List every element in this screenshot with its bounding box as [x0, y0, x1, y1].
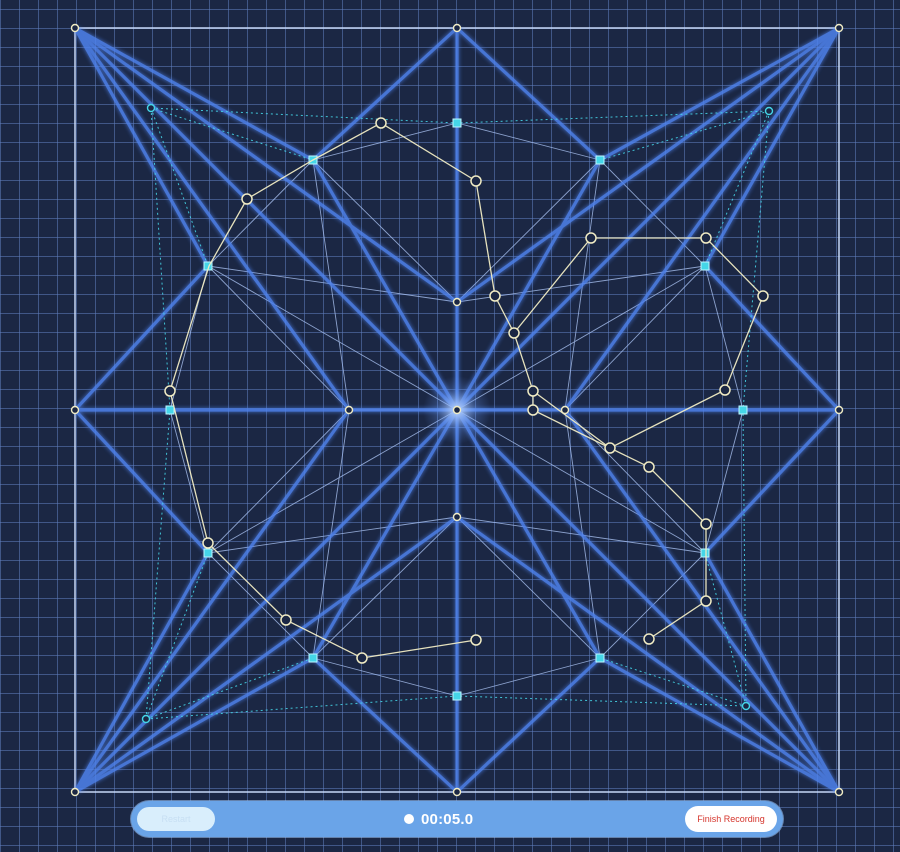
path-point[interactable]: [700, 595, 712, 607]
path-point[interactable]: [643, 461, 655, 473]
path-point[interactable]: [202, 537, 214, 549]
path-point[interactable]: [527, 404, 539, 416]
anchor-node[interactable]: [70, 23, 80, 33]
path-point[interactable]: [585, 232, 597, 244]
control-node[interactable]: [700, 548, 710, 558]
anchor-node[interactable]: [834, 23, 844, 33]
record-dot-icon: [404, 814, 414, 824]
path-point[interactable]: [164, 385, 176, 397]
timer: 00:05.0: [404, 801, 473, 837]
anchor-node[interactable]: [834, 787, 844, 797]
anchor-node[interactable]: [452, 23, 462, 33]
path-point[interactable]: [356, 652, 368, 664]
control-node[interactable]: [595, 155, 605, 165]
control-node[interactable]: [452, 118, 462, 128]
anchor-node[interactable]: [70, 787, 80, 797]
control-node[interactable]: [165, 405, 175, 415]
outer-control-node[interactable]: [764, 106, 774, 116]
anchor-node[interactable]: [452, 512, 462, 522]
path-point[interactable]: [470, 634, 482, 646]
path-point[interactable]: [700, 518, 712, 530]
path-point[interactable]: [527, 385, 539, 397]
anchor-node[interactable]: [452, 297, 462, 307]
timer-text: 00:05.0: [421, 810, 474, 828]
anchor-node[interactable]: [834, 405, 844, 415]
path-point[interactable]: [643, 633, 655, 645]
path-point[interactable]: [241, 193, 253, 205]
path-point[interactable]: [375, 117, 387, 129]
path-point[interactable]: [700, 232, 712, 244]
control-node[interactable]: [738, 405, 748, 415]
control-node[interactable]: [308, 653, 318, 663]
path-point[interactable]: [604, 442, 616, 454]
path-point[interactable]: [470, 175, 482, 187]
path-point[interactable]: [719, 384, 731, 396]
control-node[interactable]: [700, 261, 710, 271]
path-point[interactable]: [508, 327, 520, 339]
anchor-node[interactable]: [344, 405, 354, 415]
anchor-node[interactable]: [452, 787, 462, 797]
recording-bar: Restart 00:05.0 Finish Recording: [131, 801, 783, 837]
finish-recording-button[interactable]: Finish Recording: [685, 806, 777, 832]
path-point[interactable]: [280, 614, 292, 626]
control-node[interactable]: [595, 653, 605, 663]
outer-control-node[interactable]: [141, 714, 151, 724]
control-node[interactable]: [452, 691, 462, 701]
restart-button[interactable]: Restart: [137, 807, 215, 831]
control-node[interactable]: [203, 548, 213, 558]
outer-control-node[interactable]: [741, 701, 751, 711]
center-node[interactable]: [452, 405, 462, 415]
outer-control-node[interactable]: [146, 103, 156, 113]
path-point[interactable]: [757, 290, 769, 302]
pattern-diagram[interactable]: [0, 0, 900, 852]
drawing-canvas[interactable]: Restart 00:05.0 Finish Recording: [0, 0, 900, 852]
anchor-node[interactable]: [70, 405, 80, 415]
path-point[interactable]: [489, 290, 501, 302]
